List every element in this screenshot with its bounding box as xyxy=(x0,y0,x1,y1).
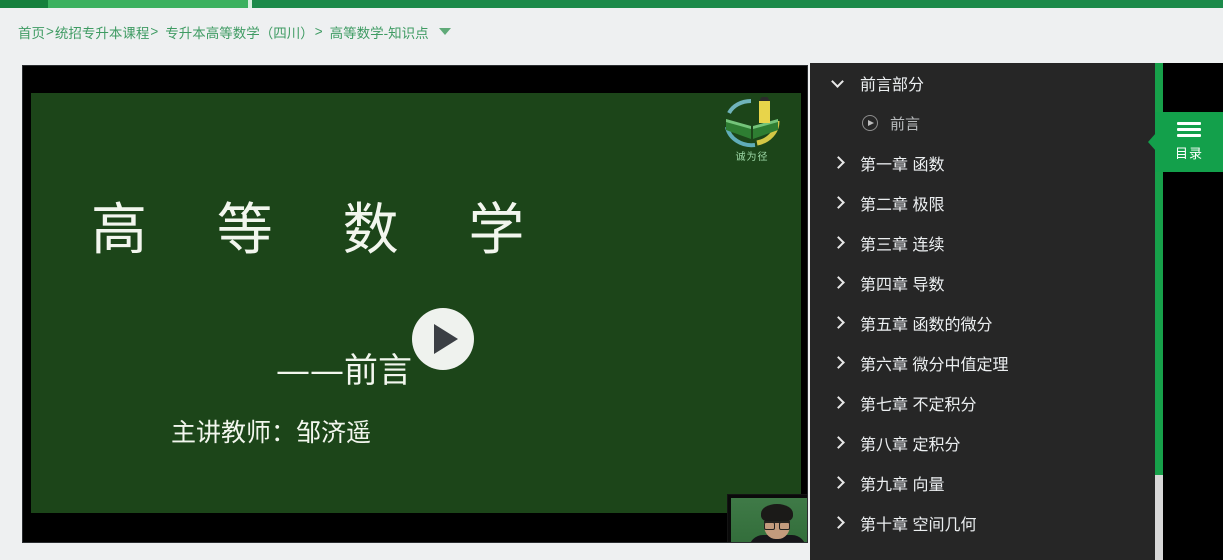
chevron-right-icon[interactable] xyxy=(832,316,846,330)
outline-chapter-label: 第二章 极限 xyxy=(860,197,945,214)
outline-chapter-label: 第六章 微分中值定理 xyxy=(860,357,1009,374)
outline-chapter-label: 第七章 不定积分 xyxy=(860,397,977,414)
chevron-right-icon[interactable] xyxy=(832,196,846,210)
outline-chapter-row[interactable]: 第一章 函数 xyxy=(810,143,1155,183)
slide-teacher-name: 主讲教师：邹济遥 xyxy=(171,418,372,447)
chevron-down-icon[interactable] xyxy=(832,76,846,90)
outline-chapter-label: 第八章 定积分 xyxy=(860,437,961,454)
catalog-toggle-button[interactable]: 目录 xyxy=(1155,112,1223,172)
brand-logo-text: 诚为径 xyxy=(735,152,769,163)
outline-chapter-label: 第三章 连续 xyxy=(860,237,945,254)
outline-chapter-row[interactable]: 第四章 导数 xyxy=(810,263,1155,303)
outline-chapter-label: 第四章 导数 xyxy=(860,277,945,294)
outline-chapter-row[interactable]: 第五章 函数的微分 xyxy=(810,303,1155,343)
outline-chapter-label: 第九章 向量 xyxy=(860,477,945,494)
outline-chapter-row[interactable]: 第七章 不定积分 xyxy=(810,383,1155,423)
presenter-glasses xyxy=(764,521,790,530)
outline-chapter-row[interactable]: 第九章 向量 xyxy=(810,463,1155,503)
loading-bar-segment-left xyxy=(0,0,48,8)
chevron-right-icon[interactable] xyxy=(832,276,846,290)
hamburger-icon xyxy=(1177,122,1201,137)
chevron-right-icon[interactable] xyxy=(832,516,846,530)
content-stage: 高 等 数 学 ——前言 主讲教师：邹济遥 诚为径 前言部分 前言 第一章 函数… xyxy=(0,55,1223,560)
book-pencil-logo-icon xyxy=(725,93,780,148)
chevron-right-icon[interactable] xyxy=(832,396,846,410)
outline-chapter-row[interactable]: 前言部分 xyxy=(810,63,1155,103)
play-button[interactable] xyxy=(412,308,474,370)
outline-chapter-label: 第十章 空间几何 xyxy=(860,517,977,534)
breadcrumb: 首页 > 统招专升本课程 > 专升本高等数学（四川） > 高等数学-知识点 xyxy=(0,8,1223,55)
loading-bar-segment-mid xyxy=(48,0,248,8)
breadcrumb-item-courses[interactable]: 统招专升本课程 xyxy=(55,22,150,42)
slide-title: 高 等 数 学 xyxy=(91,198,551,263)
page-loading-bar xyxy=(0,0,1223,8)
chevron-down-icon[interactable] xyxy=(438,28,451,35)
outline-chapter-label: 第五章 函数的微分 xyxy=(860,317,993,334)
play-circle-icon[interactable] xyxy=(862,115,878,131)
outline-chapter-row[interactable]: 第十章 空间几何 xyxy=(810,503,1155,543)
breadcrumb-separator-3: > xyxy=(314,24,323,39)
breadcrumb-item-current[interactable]: 高等数学-知识点 xyxy=(330,22,429,42)
outline-chapter-row[interactable]: 第二章 极限 xyxy=(810,183,1155,223)
outline-lesson-row[interactable]: 前言 xyxy=(810,103,1155,143)
chevron-right-icon[interactable] xyxy=(832,156,846,170)
play-triangle-icon xyxy=(433,324,458,354)
outline-chapter-row[interactable]: 第六章 微分中值定理 xyxy=(810,343,1155,383)
slide-subtitle: ——前言 xyxy=(276,351,412,391)
loading-bar-segment-right xyxy=(248,0,1223,8)
brand-logo: 诚为径 xyxy=(721,93,783,163)
loading-bar-notch xyxy=(248,0,252,8)
chevron-right-icon[interactable] xyxy=(832,476,846,490)
course-outline-list: 前言部分前言第一章 函数 第二章 极限 第三章 连续 第四章 导数第五章 函数的微分第… xyxy=(810,63,1155,543)
presenter-video-overlay[interactable] xyxy=(727,494,807,542)
catalog-toggle-label: 目录 xyxy=(1174,146,1203,161)
outline-chapter-label: 第一章 函数 xyxy=(860,157,945,174)
breadcrumb-item-home[interactable]: 首页 xyxy=(18,22,45,42)
chevron-right-icon[interactable] xyxy=(832,356,846,370)
breadcrumb-item-course[interactable]: 专升本高等数学（四川） xyxy=(165,22,314,42)
chevron-right-icon[interactable] xyxy=(832,436,846,450)
outline-chapter-label: 前言部分 xyxy=(860,77,925,94)
outline-chapter-row[interactable]: 第三章 连续 xyxy=(810,223,1155,263)
outline-lesson-label: 前言 xyxy=(890,115,921,133)
breadcrumb-separator-2: > xyxy=(150,24,159,39)
video-player[interactable]: 高 等 数 学 ——前言 主讲教师：邹济遥 诚为径 xyxy=(22,65,808,543)
breadcrumb-separator-1: > xyxy=(46,24,54,39)
video-slide-frame: 高 等 数 学 ——前言 主讲教师：邹济遥 诚为径 xyxy=(31,93,801,513)
chevron-right-icon[interactable] xyxy=(832,236,846,250)
outline-chapter-row[interactable]: 第八章 定积分 xyxy=(810,423,1155,463)
